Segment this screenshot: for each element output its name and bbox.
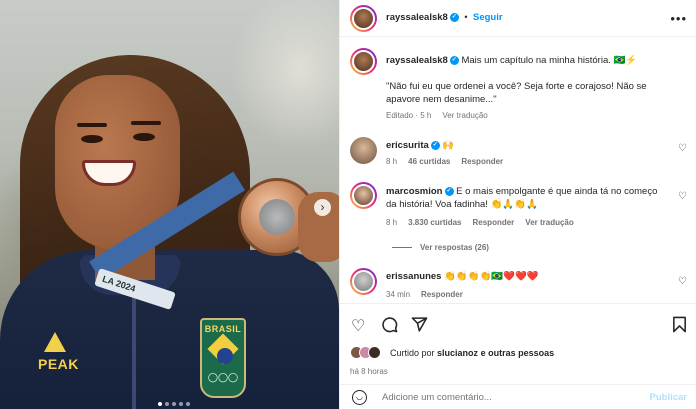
more-horizontal-icon[interactable]: •••: [670, 11, 687, 26]
eyebrow: [77, 123, 107, 127]
follow-button[interactable]: Seguir: [473, 12, 503, 23]
caption-time[interactable]: 5 h: [420, 111, 431, 120]
comment-avatar[interactable]: [350, 268, 377, 295]
comment-3-meta: 34 min Responder: [386, 290, 463, 299]
jacket-zipper: [132, 290, 136, 409]
carousel-next-button[interactable]: ›: [314, 199, 331, 216]
comment-1-reply[interactable]: Responder: [461, 157, 503, 166]
caption-quote: "Não fui eu que ordenei a você? Seja for…: [386, 81, 647, 105]
carousel-dot: [186, 402, 190, 406]
comment-3-text: 👏👏👏👏🇧🇷❤️❤️❤️: [444, 271, 539, 282]
publish-button[interactable]: Publicar: [650, 392, 688, 403]
post-side-panel: rayssalealsk8 ✓ • Seguir ••• rayssalealsk…: [339, 0, 696, 409]
comment-icon[interactable]: [381, 316, 398, 338]
caption-meta: Editado · 5 h Ver tradução: [386, 111, 488, 120]
comment-1-time[interactable]: 8 h: [386, 157, 397, 166]
eyebrow: [131, 121, 161, 125]
liked-by-prefix: Curtido por: [390, 347, 435, 358]
caption-line: rayssalealsk8 ✓ Mais um capítulo na minha…: [386, 54, 686, 67]
comment-1-text: 🙌: [442, 140, 455, 151]
eye: [133, 133, 155, 141]
comment-2-time[interactable]: 8 h: [386, 218, 397, 227]
comment-2-username[interactable]: marcosmion: [386, 186, 443, 197]
header-user-line: rayssalealsk8 ✓ • Seguir: [386, 12, 503, 23]
comment-3-line: erissanunes 👏👏👏👏🇧🇷❤️❤️❤️: [386, 270, 539, 283]
caption-see-translation[interactable]: Ver tradução: [442, 111, 487, 120]
comment-2-see-translation[interactable]: Ver tradução: [525, 218, 573, 227]
comment-2-reply[interactable]: Responder: [473, 218, 515, 227]
caption-text: Mais um capítulo na minha história. 🇧🇷⚡: [461, 55, 638, 66]
heart-icon[interactable]: ♡: [351, 316, 365, 336]
bookmark-icon[interactable]: [672, 316, 687, 338]
caption-edited-time: Editado · 5 h: [386, 111, 432, 120]
comment-input[interactable]: [382, 392, 612, 403]
liker-avatar[interactable]: [368, 346, 381, 359]
caption-username[interactable]: rayssalealsk8: [386, 55, 448, 66]
comment-2-heart-icon[interactable]: ♡: [678, 191, 687, 202]
emoji-icon[interactable]: ◡: [352, 390, 367, 405]
liked-by-suffix[interactable]: e outras pessoas: [481, 348, 555, 358]
comment-2-likes[interactable]: 3.830 curtidas: [408, 218, 461, 227]
comment-1-username[interactable]: ericsurita: [386, 140, 429, 151]
verified-icon: ✓: [449, 13, 459, 23]
verified-icon: ✓: [444, 186, 454, 196]
send-icon[interactable]: [411, 316, 428, 338]
caption-author-avatar[interactable]: [350, 48, 377, 75]
caption-edited: Editado: [386, 111, 414, 120]
medal-center: [259, 199, 295, 235]
carousel-dots: [158, 402, 190, 406]
author-avatar[interactable]: [350, 5, 377, 32]
liked-by-user[interactable]: slucianoz: [437, 348, 478, 358]
verified-icon: ✓: [449, 55, 459, 65]
header-separator: •: [464, 12, 468, 22]
view-replies-label: Ver respostas (26): [420, 243, 489, 252]
liked-by-line: Curtido por slucianoz e outras pessoas: [350, 346, 554, 359]
comment-bar: ◡ Publicar: [340, 384, 696, 409]
instagram-post-modal: LA 2024 BRASIL ◯◯◯ PEAK › rayssalealsk8 …: [0, 0, 696, 409]
comment-3-reply[interactable]: Responder: [421, 290, 463, 299]
post-time[interactable]: há 8 horas: [350, 367, 388, 376]
comment-avatar[interactable]: [350, 182, 377, 209]
replies-line: [392, 247, 412, 249]
eye: [81, 135, 103, 143]
olympic-rings-icon: ◯◯◯: [207, 372, 239, 382]
carousel-dot: [172, 402, 176, 406]
verified-icon: ✓: [430, 140, 440, 150]
peak-logo-text: PEAK: [38, 356, 79, 372]
comment-3-username[interactable]: erissanunes: [386, 271, 441, 282]
comment-1-line: ericsurita ✓ 🙌: [386, 139, 454, 152]
chevron-right-icon: ›: [320, 200, 325, 214]
view-replies-button[interactable]: Ver respostas (26): [392, 243, 489, 252]
comment-3-time[interactable]: 34 min: [386, 290, 410, 299]
brasil-badge: BRASIL ◯◯◯: [200, 318, 246, 398]
carousel-dot: [179, 402, 183, 406]
carousel-dot: [165, 402, 169, 406]
comment-2-line: marcosmion ✓ E o mais empolgante é que ai…: [386, 185, 661, 211]
comment-1-heart-icon[interactable]: ♡: [678, 143, 687, 154]
post-header: rayssalealsk8 ✓ • Seguir •••: [340, 0, 696, 37]
comment-3-heart-icon[interactable]: ♡: [678, 276, 687, 287]
peak-logo-icon: [44, 332, 66, 352]
comment-1-likes[interactable]: 46 curtidas: [408, 157, 450, 166]
post-actions: ♡ Curtido por slucianoz e outras pessoas…: [340, 303, 696, 409]
author-username[interactable]: rayssalealsk8: [386, 12, 448, 23]
flag-globe: [217, 348, 233, 364]
comment-2-meta: 8 h 3.830 curtidas Responder Ver traduçã…: [386, 218, 574, 227]
comment-1-meta: 8 h 46 curtidas Responder: [386, 157, 503, 166]
comment-avatar[interactable]: [350, 137, 377, 164]
post-photo[interactable]: LA 2024 BRASIL ◯◯◯ PEAK ›: [0, 0, 339, 409]
background-blur: [230, 0, 339, 150]
carousel-dot: [158, 402, 162, 406]
